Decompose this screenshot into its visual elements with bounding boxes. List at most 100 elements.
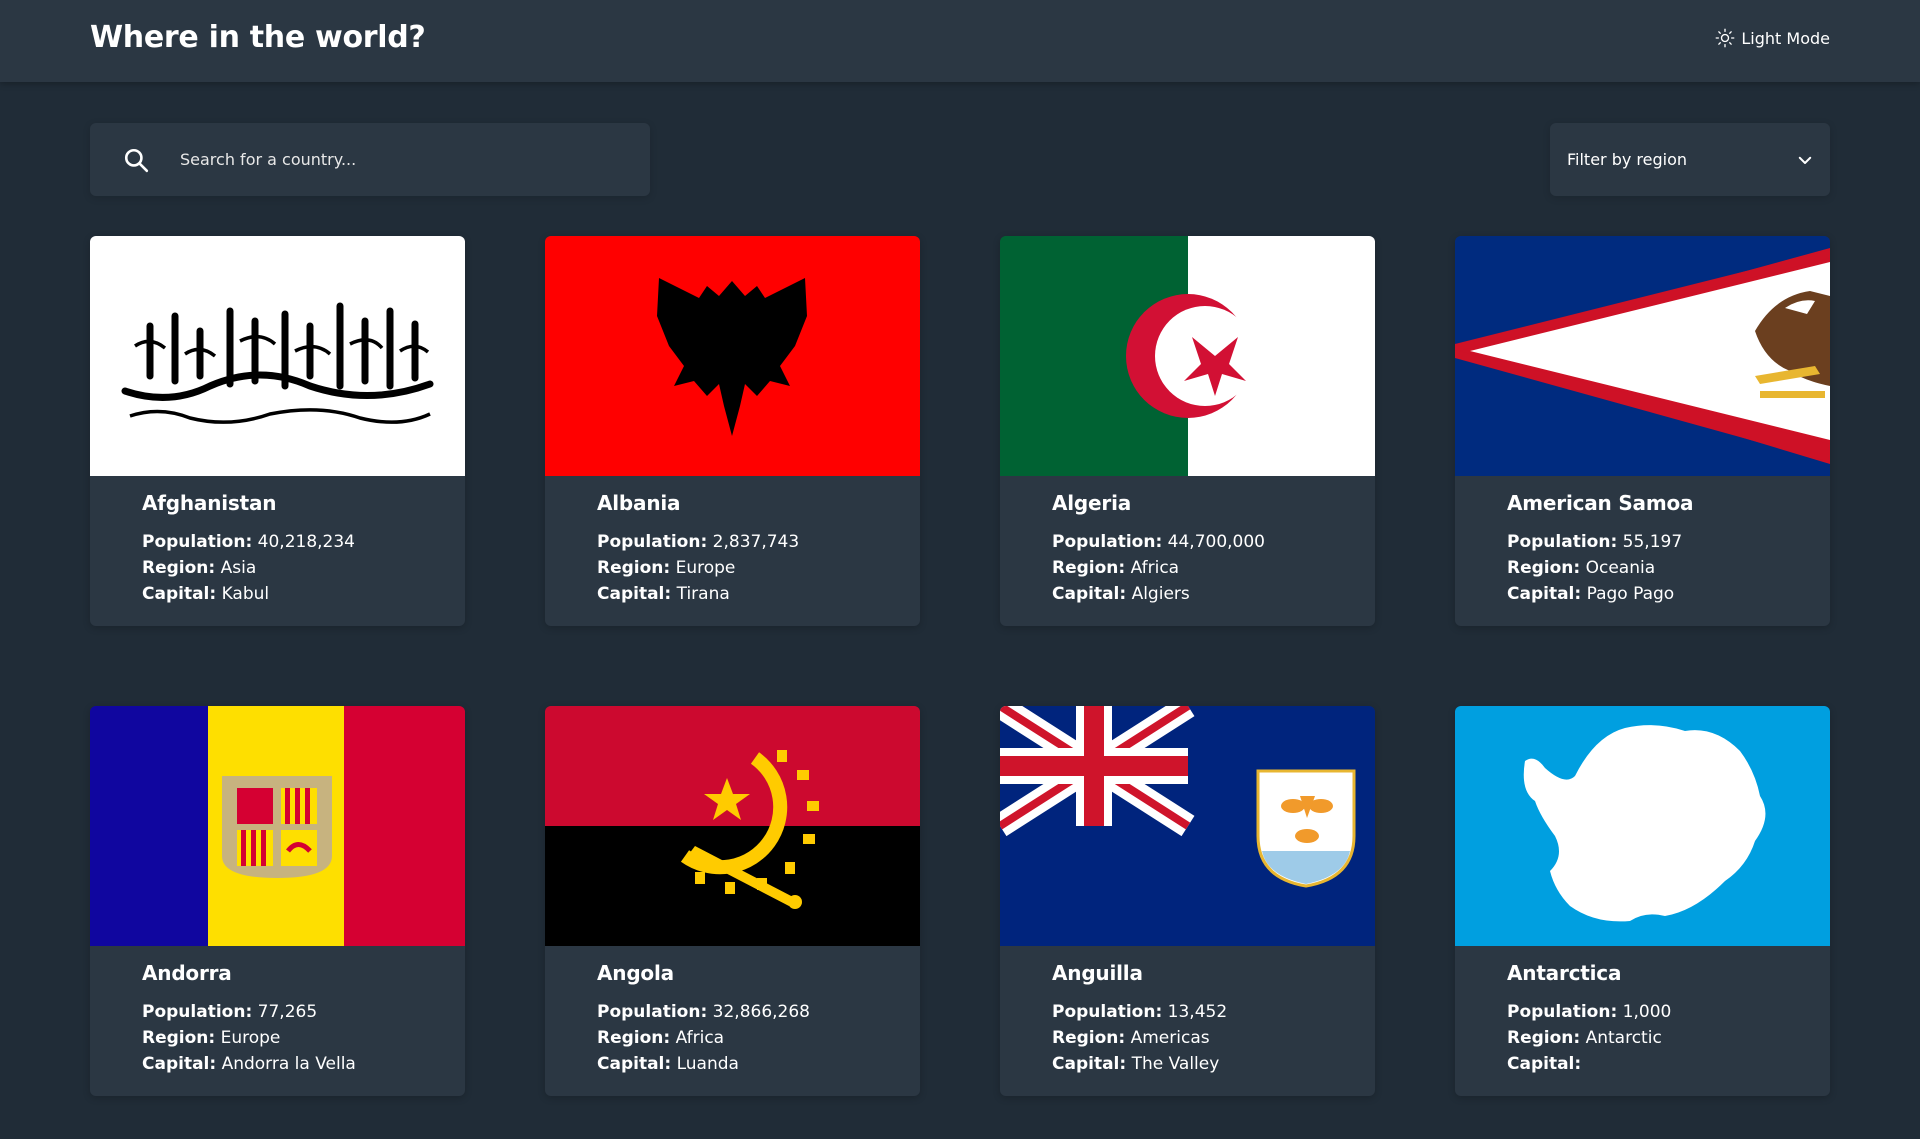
site-header: Where in the world? Light Mode <box>0 0 1920 82</box>
theme-toggle-label: Light Mode <box>1741 28 1830 48</box>
sun-icon <box>1715 28 1735 48</box>
region-row: Region: Africa <box>1052 555 1265 581</box>
card-info: Algeria Population: 44,700,000 Region: A… <box>1052 491 1265 607</box>
capital-label: Capital: <box>597 1054 672 1074</box>
population-value: 13,452 <box>1167 1002 1228 1022</box>
population-value: 40,218,234 <box>257 532 355 552</box>
population-row: Population: 1,000 <box>1507 999 1671 1025</box>
region-label: Region: <box>597 1028 671 1048</box>
region-row: Region: Africa <box>597 1025 810 1051</box>
capital-value: Algiers <box>1131 584 1190 604</box>
region-value: Africa <box>675 1028 725 1048</box>
country-card-angola[interactable]: Angola Population: 32,866,268 Region: Af… <box>545 706 920 1096</box>
capital-label: Capital: <box>597 584 672 604</box>
card-info: American Samoa Population: 55,197 Region… <box>1507 491 1694 607</box>
country-card-algeria[interactable]: Algeria Population: 44,700,000 Region: A… <box>1000 236 1375 626</box>
country-name: Anguilla <box>1052 961 1143 985</box>
flag-albania-icon <box>545 236 920 476</box>
region-value: Europe <box>220 1028 281 1048</box>
capital-label: Capital: <box>1052 584 1127 604</box>
country-card-anguilla[interactable]: Anguilla Population: 13,452 Region: Amer… <box>1000 706 1375 1096</box>
page-title: Where in the world? <box>90 20 426 55</box>
capital-label: Capital: <box>142 1054 217 1074</box>
region-label: Region: <box>597 558 671 578</box>
population-label: Population: <box>142 1002 253 1022</box>
flag-andorra-icon <box>90 706 465 946</box>
capital-row: Capital: Tirana <box>597 581 799 607</box>
population-row: Population: 55,197 <box>1507 529 1693 555</box>
capital-row: Capital: <box>1507 1051 1671 1077</box>
country-name: Afghanistan <box>142 491 277 515</box>
capital-value: Pago Pago <box>1586 584 1675 604</box>
chevron-down-icon <box>1798 156 1812 164</box>
population-label: Population: <box>597 1002 708 1022</box>
population-label: Population: <box>1052 532 1163 552</box>
population-row: Population: 40,218,234 <box>142 529 355 555</box>
population-value: 55,197 <box>1622 532 1683 552</box>
region-value: Americas <box>1130 1028 1210 1048</box>
card-info: Angola Population: 32,866,268 Region: Af… <box>597 961 810 1077</box>
region-row: Region: Antarctic <box>1507 1025 1671 1051</box>
region-row: Region: Americas <box>1052 1025 1227 1051</box>
capital-label: Capital: <box>1052 1054 1127 1074</box>
region-row: Region: Asia <box>142 555 355 581</box>
capital-value: Kabul <box>221 584 270 604</box>
population-value: 2,837,743 <box>712 532 800 552</box>
country-name: Algeria <box>1052 491 1132 515</box>
card-info: Andorra Population: 77,265 Region: Europ… <box>142 961 356 1077</box>
population-value: 32,866,268 <box>712 1002 810 1022</box>
region-label: Region: <box>142 558 216 578</box>
capital-label: Capital: <box>1507 584 1582 604</box>
card-info: Antarctica Population: 1,000 Region: Ant… <box>1507 961 1671 1077</box>
search-input[interactable] <box>180 123 630 196</box>
capital-label: Capital: <box>1507 1054 1582 1074</box>
capital-value: The Valley <box>1131 1054 1220 1074</box>
region-label: Region: <box>1507 558 1581 578</box>
population-label: Population: <box>1507 1002 1618 1022</box>
capital-row: Capital: Andorra la Vella <box>142 1051 356 1077</box>
card-info: Anguilla Population: 13,452 Region: Amer… <box>1052 961 1227 1077</box>
region-label: Region: <box>1052 1028 1126 1048</box>
capital-row: Capital: Luanda <box>597 1051 810 1077</box>
capital-value: Luanda <box>676 1054 739 1074</box>
country-card-albania[interactable]: Albania Population: 2,837,743 Region: Eu… <box>545 236 920 626</box>
capital-value: Tirana <box>676 584 730 604</box>
country-card-andorra[interactable]: Andorra Population: 77,265 Region: Europ… <box>90 706 465 1096</box>
theme-toggle-button[interactable]: Light Mode <box>1715 28 1830 48</box>
region-label: Region: <box>142 1028 216 1048</box>
population-value: 77,265 <box>257 1002 318 1022</box>
population-row: Population: 13,452 <box>1052 999 1227 1025</box>
population-value: 44,700,000 <box>1167 532 1265 552</box>
population-row: Population: 77,265 <box>142 999 356 1025</box>
country-name: Andorra <box>142 961 232 985</box>
region-value: Africa <box>1130 558 1180 578</box>
region-filter-dropdown[interactable]: Filter by region <box>1550 123 1830 196</box>
flag-anguilla-icon <box>1000 706 1375 946</box>
card-info: Afghanistan Population: 40,218,234 Regio… <box>142 491 355 607</box>
region-value: Antarctic <box>1585 1028 1662 1048</box>
population-label: Population: <box>142 532 253 552</box>
capital-label: Capital: <box>142 584 217 604</box>
country-card-antarctica[interactable]: Antarctica Population: 1,000 Region: Ant… <box>1455 706 1830 1096</box>
population-value: 1,000 <box>1622 1002 1672 1022</box>
card-info: Albania Population: 2,837,743 Region: Eu… <box>597 491 799 607</box>
flag-antarctica-icon <box>1455 706 1830 946</box>
flag-afghanistan-icon <box>90 236 465 476</box>
capital-row: Capital: Pago Pago <box>1507 581 1693 607</box>
country-name: Angola <box>597 961 674 985</box>
country-name: Antarctica <box>1507 961 1622 985</box>
population-row: Population: 2,837,743 <box>597 529 799 555</box>
population-row: Population: 44,700,000 <box>1052 529 1265 555</box>
capital-row: Capital: Algiers <box>1052 581 1265 607</box>
country-card-american-samoa[interactable]: American Samoa Population: 55,197 Region… <box>1455 236 1830 626</box>
population-label: Population: <box>1052 1002 1163 1022</box>
region-label: Region: <box>1052 558 1126 578</box>
search-icon <box>124 148 149 173</box>
country-card-afghanistan[interactable]: Afghanistan Population: 40,218,234 Regio… <box>90 236 465 626</box>
region-row: Region: Europe <box>142 1025 356 1051</box>
flag-american-samoa-icon <box>1455 236 1830 476</box>
region-value: Asia <box>220 558 257 578</box>
capital-value: Andorra la Vella <box>221 1054 356 1074</box>
population-label: Population: <box>597 532 708 552</box>
search-box[interactable] <box>90 123 650 196</box>
